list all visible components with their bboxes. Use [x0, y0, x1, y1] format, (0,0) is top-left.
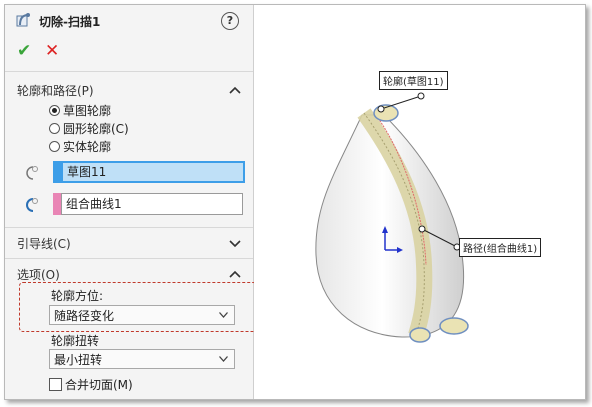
section-title-guide-curves[interactable]: 引导线(C) [17, 235, 71, 252]
divider [5, 258, 253, 259]
chevron-up-icon[interactable] [229, 85, 241, 95]
chevron-down-icon[interactable] [229, 238, 241, 248]
twist-label: 轮廓扭转 [51, 334, 100, 348]
radio-sketch-profile[interactable]: 草图轮廓 [49, 102, 111, 118]
title-bar: 切除-扫描1 ? [5, 5, 253, 35]
property-manager-panel: 切除-扫描1 ? ✔ ✕ 轮廓和路径(P) 草图轮廓 圆形轮廓(C) 实体轮廓 [5, 5, 257, 399]
path-selection-box[interactable]: 组合曲线1 [61, 193, 243, 215]
window-frame: 切除-扫描1 ? ✔ ✕ 轮廓和路径(P) 草图轮廓 圆形轮廓(C) 实体轮廓 [4, 4, 586, 400]
page-title: 切除-扫描1 [39, 15, 101, 29]
help-button[interactable]: ? [221, 12, 239, 30]
radio-button-checked[interactable] [49, 104, 60, 116]
divider [5, 227, 253, 228]
callout-path[interactable]: 路径(组合曲线1) [459, 238, 542, 257]
merge-tangent-checkbox[interactable]: 合并切面(M) [49, 376, 133, 393]
cancel-button[interactable]: ✕ [45, 41, 59, 61]
radio-label: 实体轮廓 [63, 139, 112, 154]
merge-label: 合并切面(M) [65, 378, 133, 392]
path-icon [26, 198, 38, 212]
sweep-cut-icon [16, 13, 30, 27]
path-color-swatch [53, 193, 61, 215]
chevron-up-icon[interactable] [229, 269, 241, 279]
twist-value: 最小扭转 [54, 353, 103, 367]
orientation-highlight [19, 282, 257, 332]
section-title-profile-path[interactable]: 轮廓和路径(P) [17, 82, 94, 99]
chevron-down-icon [219, 356, 228, 362]
model-graphic [315, 92, 469, 343]
profile-color-swatch [53, 161, 61, 183]
graphics-viewport[interactable]: 轮廓(草图11) 路径(组合曲线1) [254, 5, 585, 399]
divider [5, 71, 253, 72]
radio-label: 草图轮廓 [63, 103, 112, 118]
ok-button[interactable]: ✔ [17, 41, 31, 61]
radio-button[interactable] [49, 140, 60, 152]
twist-dropdown[interactable]: 最小扭转 [49, 349, 235, 369]
profile-icon [26, 166, 38, 180]
radio-label: 圆形轮廓(C) [63, 121, 129, 136]
radio-solid-profile[interactable]: 实体轮廓 [49, 138, 111, 154]
section-title-options[interactable]: 选项(O) [17, 266, 60, 283]
callout-profile[interactable]: 轮廓(草图11) [379, 71, 448, 90]
radio-circular-profile[interactable]: 圆形轮廓(C) [49, 120, 129, 136]
profile-selection-box[interactable]: 草图11 [61, 161, 245, 183]
checkbox-box[interactable] [49, 378, 62, 391]
radio-button[interactable] [49, 122, 60, 134]
